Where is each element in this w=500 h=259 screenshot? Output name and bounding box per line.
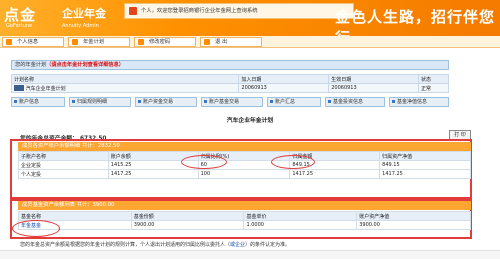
nav-label: 年金计划 bbox=[83, 39, 105, 45]
tab-label: 账户汇总 bbox=[275, 99, 296, 105]
user-icon bbox=[129, 7, 137, 15]
bullet-icon bbox=[14, 100, 17, 103]
header-status: 状态 bbox=[418, 74, 449, 84]
cell: 个人定投 bbox=[18, 169, 109, 179]
person-icon bbox=[6, 39, 12, 45]
plan-subtitle: 汽车企业年金计划 bbox=[226, 118, 274, 124]
bullet-icon bbox=[328, 100, 331, 103]
welcome-message: 个人，欢迎您登录招商银行企业年金网上查询系统 bbox=[124, 3, 354, 19]
footer-strip bbox=[0, 250, 500, 259]
tab-account-info[interactable]: 账户信息 bbox=[11, 97, 65, 107]
vested-amount-circle bbox=[271, 155, 315, 169]
header-join-date: 加入日期 bbox=[238, 74, 330, 84]
tab-fund-trades[interactable]: 账户基金交易 bbox=[201, 97, 263, 107]
header-effective-date: 生效日期 bbox=[328, 74, 420, 84]
bullet-icon bbox=[270, 100, 273, 103]
bullet-icon bbox=[392, 100, 395, 103]
header-subaccount: 子账户名称 bbox=[18, 151, 109, 161]
note-highlight: 或企业 bbox=[230, 242, 246, 248]
tab-fund-transactions[interactable]: 账户资金交易 bbox=[135, 97, 197, 107]
cell: 1417.25 bbox=[379, 169, 471, 179]
plan-name-link[interactable]: 汽车企业年金计划 bbox=[10, 83, 240, 93]
header-banner: 点金 GoFortune 企业年金 Annuity Admin 个人，欢迎您登录… bbox=[0, 0, 500, 47]
header-plan-name: 计划名称 bbox=[10, 74, 240, 84]
fund-name-circle bbox=[12, 220, 60, 237]
plan-section-bar: 您的年金计划（请点击年金计划查看详细信息） bbox=[11, 60, 449, 70]
table-row: 年金基金 3900.00 1.0000 3900.00 bbox=[18, 220, 471, 230]
detail-tabs: 账户信息 归属规则明细 账户资金交易 账户基金交易 账户汇总 基金投资信息 基金… bbox=[11, 97, 449, 107]
fund-table: 基金名称 基金份额 基金单价 账户资产净值 年金基金 3900.00 1.000… bbox=[18, 211, 471, 230]
nav-label: 退 出 bbox=[215, 39, 228, 45]
key-icon bbox=[138, 39, 144, 45]
balance-table: 子账户名称 账户余额 归属比例(%) 归属金额 归属资产净值 企业定投 1415… bbox=[18, 151, 471, 179]
slogan-part-1: 金色人生路， bbox=[335, 8, 432, 26]
bullet-icon bbox=[72, 100, 75, 103]
tab-label: 账户资金交易 bbox=[143, 99, 174, 105]
welcome-text: 个人，欢迎您登录招商银行企业年金网上查询系统 bbox=[141, 8, 258, 14]
tab-label: 归属规则明细 bbox=[77, 99, 108, 105]
logo-english: GoFortune bbox=[6, 23, 33, 29]
tab-label: 账户信息 bbox=[19, 99, 40, 105]
table-header-row: 子账户名称 账户余额 归属比例(%) 归属金额 归属资产净值 bbox=[18, 151, 471, 161]
table-header-row: 计划名称 加入日期 生效日期 状态 bbox=[10, 74, 449, 84]
top-navigation: 个人信息 年金计划 修改密码 退 出 bbox=[0, 36, 500, 48]
cell: 3900.00 bbox=[130, 220, 245, 230]
cell: 1.0000 bbox=[243, 220, 358, 230]
plan-name[interactable]: 汽车企业年金计划 bbox=[26, 86, 66, 92]
plan-section-hint: （请点击年金计划查看详细信息） bbox=[46, 62, 124, 68]
table-row[interactable]: 汽车企业年金计划 20060913 20060913 正常 bbox=[10, 83, 449, 93]
header-vested-nav: 归属资产净值 bbox=[379, 151, 471, 161]
tab-vesting-rules[interactable]: 归属规则明细 bbox=[69, 97, 131, 107]
tab-account-summary[interactable]: 账户汇总 bbox=[267, 97, 321, 107]
bullet-icon bbox=[138, 100, 141, 103]
nav-logout[interactable]: 退 出 bbox=[200, 37, 262, 47]
plan-icon bbox=[72, 39, 78, 45]
vesting-ratio-circle bbox=[181, 155, 227, 169]
join-date: 20060913 bbox=[238, 83, 330, 93]
nav-label: 修改密码 bbox=[149, 39, 171, 45]
plan-section-title: 您的年金计划 bbox=[15, 62, 47, 68]
table-header-row: 基金名称 基金份额 基金单价 账户资产净值 bbox=[18, 211, 471, 221]
fund-title: 成员基金资产余额列表 共计：3900.00 bbox=[18, 201, 471, 210]
cell: 1417.25 bbox=[107, 169, 199, 179]
brand-chinese: 企业年金 bbox=[62, 7, 106, 20]
gofortune-logo: 点金 GoFortune bbox=[4, 4, 58, 30]
header-unit-price: 基金单价 bbox=[243, 211, 358, 221]
logo-chinese: 点金 bbox=[4, 6, 37, 24]
effective-date: 20060913 bbox=[328, 83, 420, 93]
table-row: 企业定投 1415.25 60 849.15 849.15 bbox=[18, 160, 471, 170]
plan-color-marker bbox=[14, 85, 24, 91]
nav-change-password[interactable]: 修改密码 bbox=[134, 37, 196, 47]
balance-title: 成员各资产账户余额明细 共计：2832.50 bbox=[18, 142, 471, 151]
note-prefix: 您的年金总资产余额是根据您的年金计划的规则计算，个人退出计划适用的归属比例以委托… bbox=[20, 242, 231, 248]
table-row: 个人定投 1417.25 100 1417.25 1417.25 bbox=[18, 169, 471, 179]
tab-fund-nav[interactable]: 基金净值信息 bbox=[389, 97, 449, 107]
note-suffix: ）的条件认定为准。 bbox=[245, 242, 291, 248]
nav-annuity-plan[interactable]: 年金计划 bbox=[68, 37, 130, 47]
cell: 849.15 bbox=[379, 160, 471, 170]
cell: 1417.25 bbox=[289, 169, 381, 179]
tab-label: 账户基金交易 bbox=[209, 99, 240, 105]
nav-label: 个人信息 bbox=[17, 39, 39, 45]
header-fund-units: 基金份额 bbox=[130, 211, 245, 221]
header-account-nav: 账户资产净值 bbox=[356, 211, 471, 221]
footnote: 您的年金总资产余额是根据您的年金计划的规则计算，个人退出计划适用的归属比例以委托… bbox=[20, 241, 290, 248]
brand-title: 企业年金 Annuity Admin bbox=[62, 5, 106, 29]
brand-english: Annuity Admin bbox=[62, 23, 99, 29]
tab-label: 基金净值信息 bbox=[397, 99, 428, 105]
tab-fund-investment[interactable]: 基金投资信息 bbox=[325, 97, 385, 107]
cell: 100 bbox=[197, 169, 291, 179]
nav-personal-info[interactable]: 个人信息 bbox=[2, 37, 64, 47]
bullet-icon bbox=[204, 100, 207, 103]
exit-icon bbox=[204, 39, 210, 45]
status: 正常 bbox=[418, 83, 449, 93]
cell: 3900.00 bbox=[356, 220, 471, 230]
plan-table: 计划名称 加入日期 生效日期 状态 汽车企业年金计划 20060913 2006… bbox=[10, 74, 449, 93]
tab-label: 基金投资信息 bbox=[333, 99, 364, 105]
cell: 企业定投 bbox=[18, 160, 109, 170]
